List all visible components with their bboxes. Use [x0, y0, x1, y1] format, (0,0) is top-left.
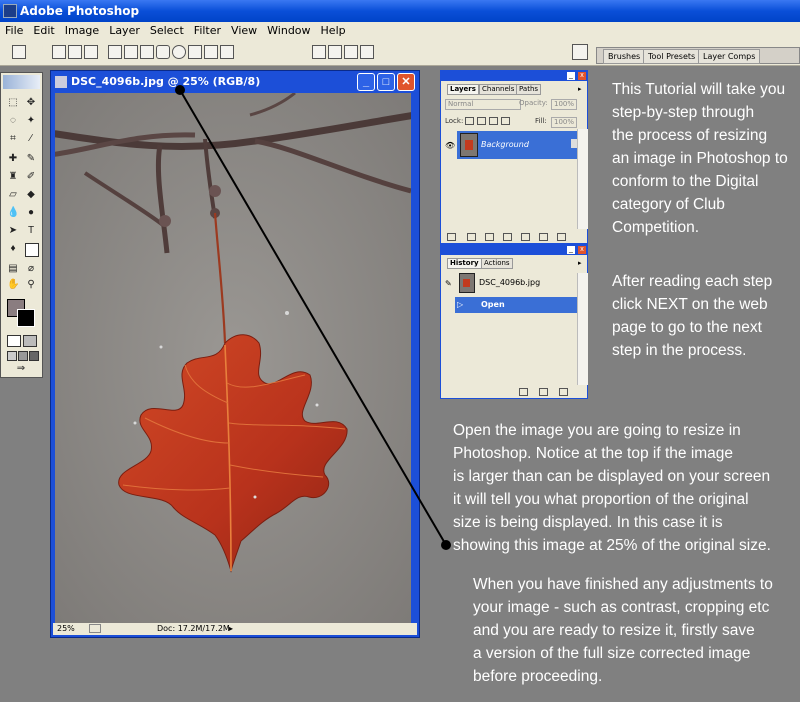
annotation-pointer [175, 85, 451, 550]
pointer-start-dot [175, 85, 185, 95]
pointer-end-dot [441, 540, 451, 550]
pointer-line [179, 89, 447, 546]
